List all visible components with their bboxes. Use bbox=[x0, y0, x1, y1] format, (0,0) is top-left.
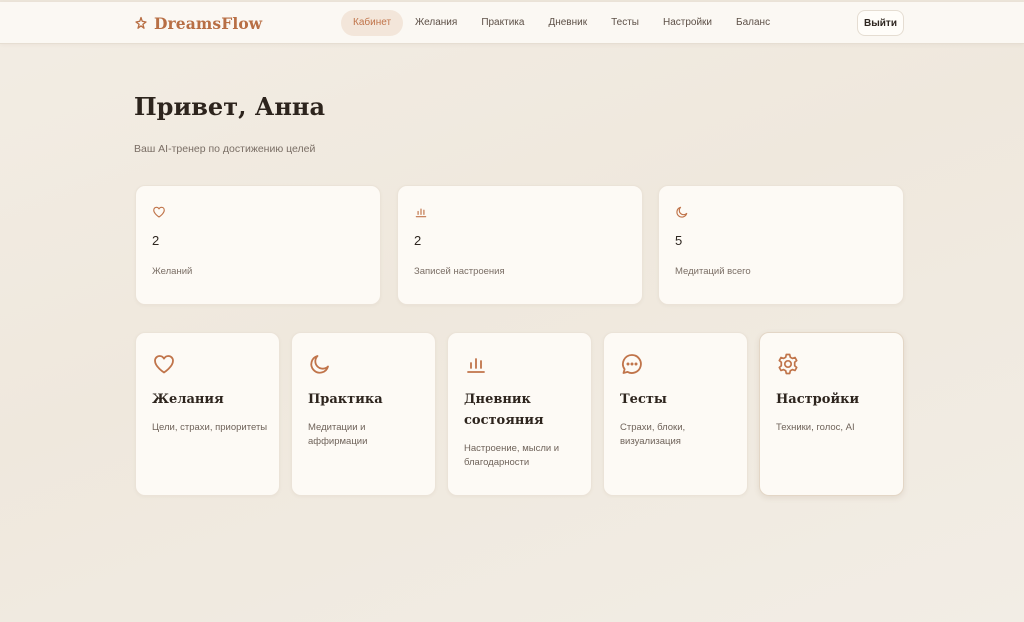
feature-title: Настройки bbox=[776, 392, 860, 407]
moon-icon bbox=[308, 352, 332, 376]
logout-button[interactable]: Выйти bbox=[857, 10, 904, 36]
nav-item-practice[interactable]: Практика bbox=[469, 10, 536, 36]
feature-description: Настроение, мысли и благодарности bbox=[464, 443, 560, 468]
nav-item-balance[interactable]: Баланс bbox=[724, 10, 782, 36]
heart-icon bbox=[152, 352, 176, 376]
logo[interactable]: DreamsFlow bbox=[134, 13, 262, 33]
feature-title: Дневник состояния bbox=[464, 392, 544, 428]
moon-icon bbox=[675, 205, 689, 219]
feature-card-practice[interactable]: Практика Медитации и аффирмации bbox=[291, 332, 436, 496]
bar-chart-icon bbox=[464, 352, 488, 376]
feature-card-diary[interactable]: Дневник состояния Настроение, мысли и бл… bbox=[447, 332, 592, 496]
feature-title: Практика bbox=[308, 392, 383, 407]
feature-description: Медитации и аффирмации bbox=[308, 422, 368, 447]
stat-card-wishes: 2 Желаний bbox=[135, 185, 381, 305]
top-navbar: DreamsFlow Кабинет Желания Практика Днев… bbox=[0, 2, 1024, 44]
bar-chart-icon bbox=[414, 205, 428, 219]
gear-icon bbox=[776, 352, 800, 376]
feature-card-settings[interactable]: Настройки Техники, голос, AI bbox=[759, 332, 904, 496]
stat-value: 2 bbox=[414, 233, 422, 248]
stat-card-meditations: 5 Медитаций всего bbox=[658, 185, 904, 305]
stat-label: Желаний bbox=[152, 266, 193, 277]
feature-card-tests[interactable]: Тесты Страхи, блоки, визуализация bbox=[603, 332, 748, 496]
nav-item-settings[interactable]: Настройки bbox=[651, 10, 724, 36]
feature-card-wishes[interactable]: Желания Цели, страхи, приоритеты bbox=[135, 332, 280, 496]
feature-description: Цели, страхи, приоритеты bbox=[152, 422, 268, 433]
stat-label: Записей настроения bbox=[414, 266, 505, 277]
stat-value: 2 bbox=[152, 233, 160, 248]
page-subtitle: Ваш AI-тренер по достижению целей bbox=[134, 143, 316, 155]
nav-item-diary[interactable]: Дневник bbox=[536, 10, 599, 36]
feature-title: Тесты bbox=[620, 392, 667, 407]
feature-description: Страхи, блоки, визуализация bbox=[620, 422, 686, 447]
stat-value: 5 bbox=[675, 233, 683, 248]
stat-label: Медитаций всего bbox=[675, 266, 751, 277]
feature-title: Желания bbox=[152, 392, 224, 407]
heart-icon bbox=[152, 205, 166, 219]
chat-bubble-icon bbox=[620, 352, 644, 376]
sparkle-icon bbox=[134, 16, 148, 30]
feature-description: Техники, голос, AI bbox=[776, 422, 855, 433]
logo-text: DreamsFlow bbox=[154, 13, 263, 33]
nav-item-wishes[interactable]: Желания bbox=[403, 10, 469, 36]
page-title: Привет, Анна bbox=[134, 92, 326, 121]
nav-item-cabinet[interactable]: Кабинет bbox=[341, 10, 404, 36]
stat-card-mood-entries: 2 Записей настроения bbox=[397, 185, 643, 305]
main-nav: Кабинет Желания Практика Дневник Тесты Н… bbox=[341, 10, 782, 36]
nav-item-tests[interactable]: Тесты bbox=[599, 10, 651, 36]
